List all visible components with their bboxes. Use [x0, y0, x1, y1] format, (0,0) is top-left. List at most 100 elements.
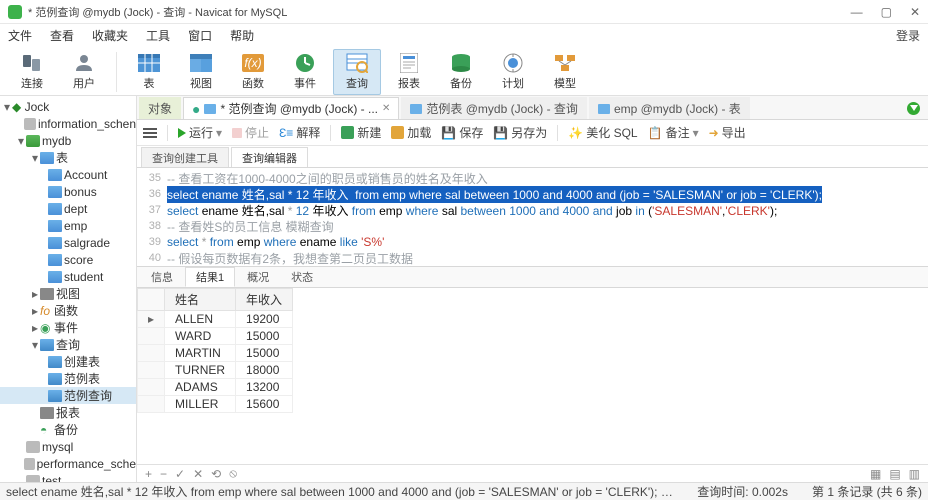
nav-delete[interactable]: − — [160, 467, 167, 481]
rtab-info[interactable]: 信息 — [141, 267, 183, 287]
view-memo-icon[interactable]: ▥ — [909, 467, 920, 481]
tree-table[interactable]: bonus — [0, 183, 136, 200]
save-button[interactable]: 💾保存 — [441, 124, 483, 141]
rtab-status[interactable]: 状态 — [281, 267, 323, 287]
saveas-button[interactable]: 💾另存为 — [493, 124, 547, 141]
tree-group-tables[interactable]: ▾表 — [0, 149, 136, 166]
tree-db-mydb[interactable]: ▾mydb — [0, 132, 136, 149]
table-row: TURNER18000 — [138, 362, 293, 379]
stop-icon — [232, 128, 242, 138]
nav-cancel[interactable]: ✕ — [193, 467, 203, 481]
run-button[interactable]: 运行▾ — [178, 124, 222, 141]
tree-group-events[interactable]: ▸◉事件 — [0, 319, 136, 336]
menu-view[interactable]: 查看 — [50, 27, 74, 44]
table-row: WARD15000 — [138, 328, 293, 345]
menu-help[interactable]: 帮助 — [230, 27, 254, 44]
tree-db[interactable]: test — [0, 472, 136, 482]
tree-db[interactable]: performance_sche — [0, 455, 136, 472]
tab-dropdown[interactable] — [899, 97, 928, 119]
close-button[interactable]: ✕ — [910, 5, 920, 19]
tool-backup[interactable]: 备份 — [437, 49, 485, 95]
menu-icon[interactable] — [143, 128, 157, 138]
rtab-result1[interactable]: 结果1 — [185, 267, 235, 287]
document-tabs: 对象 ●* 范例查询 @mydb (Jock) - ...✕ 范例表 @mydb… — [137, 96, 928, 120]
result-grid[interactable]: 姓名年收入 ▸ALLEN19200 WARD15000 MARTIN15000 … — [137, 288, 928, 464]
subtab-editor[interactable]: 查询编辑器 — [231, 147, 308, 167]
export-button[interactable]: ➜导出 — [709, 124, 746, 141]
tool-user[interactable]: 用户 — [60, 49, 108, 95]
sql-editor[interactable]: 35-- 查看工资在1000-4000之间的职员或销售员的姓名及年收入 36se… — [137, 168, 928, 266]
nav-stop[interactable]: ⦸ — [229, 466, 237, 481]
tool-table[interactable]: 表 — [125, 49, 173, 95]
save-icon: 💾 — [441, 126, 456, 140]
menu-file[interactable]: 文件 — [8, 27, 32, 44]
window-controls: — ▢ ✕ — [851, 5, 920, 19]
view-grid-icon[interactable]: ▦ — [870, 467, 881, 481]
tree-table[interactable]: dept — [0, 200, 136, 217]
tree-group-queries[interactable]: ▾查询 — [0, 336, 136, 353]
tool-function[interactable]: f(x)函数 — [229, 49, 277, 95]
menu-window[interactable]: 窗口 — [188, 27, 212, 44]
nav-add[interactable]: + — [145, 467, 152, 481]
subtab-builder[interactable]: 查询创建工具 — [141, 147, 229, 167]
tool-event[interactable]: 事件 — [281, 49, 329, 95]
tool-view[interactable]: 视图 — [177, 49, 225, 95]
export-icon: ➜ — [709, 126, 719, 140]
tree-group-backups[interactable]: ◓备份 — [0, 421, 136, 438]
tree-group-reports[interactable]: 报表 — [0, 404, 136, 421]
note-button[interactable]: 📋备注▾ — [648, 124, 699, 141]
tree-table[interactable]: student — [0, 268, 136, 285]
menubar: 文件 查看 收藏夹 工具 窗口 帮助 登录 — [0, 24, 928, 46]
minimize-button[interactable]: — — [851, 5, 863, 19]
tab-objects[interactable]: 对象 — [139, 97, 181, 119]
tool-model[interactable]: 模型 — [541, 49, 589, 95]
tree-group-views[interactable]: ▸视图 — [0, 285, 136, 302]
tree-table[interactable]: score — [0, 251, 136, 268]
tool-connect[interactable]: 连接 — [8, 49, 56, 95]
menu-tools[interactable]: 工具 — [146, 27, 170, 44]
tool-report[interactable]: 报表 — [385, 49, 433, 95]
note-icon: 📋 — [648, 126, 663, 140]
window-title: * 范例查询 @mydb (Jock) - 查询 - Navicat for M… — [28, 4, 851, 20]
table-row: MILLER15600 — [138, 396, 293, 413]
svg-text:f(x): f(x) — [244, 56, 261, 70]
load-button[interactable]: 加载 — [391, 124, 431, 141]
saveas-icon: 💾 — [493, 126, 508, 140]
tree-query[interactable]: 创建表 — [0, 353, 136, 370]
tree-table[interactable]: salgrade — [0, 234, 136, 251]
stop-button[interactable]: 停止 — [232, 124, 269, 141]
query-subtabs: 查询创建工具 查询编辑器 — [137, 146, 928, 168]
rtab-profile[interactable]: 概况 — [237, 267, 279, 287]
nav-commit[interactable]: ✓ — [175, 467, 185, 481]
view-form-icon[interactable]: ▤ — [889, 467, 900, 481]
statusbar: select ename 姓名,sal * 12 年收入 from emp wh… — [0, 482, 928, 500]
tab-query2[interactable]: 范例表 @mydb (Jock) - 查询 — [401, 97, 587, 119]
tab-dropdown-icon — [907, 102, 920, 115]
tree-group-functions[interactable]: ▸fo函数 — [0, 302, 136, 319]
status-time: 查询时间: 0.002s — [697, 483, 788, 500]
new-button[interactable]: 新建 — [341, 124, 381, 141]
tree-db[interactable]: information_schen — [0, 115, 136, 132]
col-header[interactable]: 年收入 — [236, 289, 293, 311]
beautify-button[interactable]: ✨美化 SQL — [568, 124, 637, 141]
tab-query1[interactable]: ●* 范例查询 @mydb (Jock) - ...✕ — [183, 97, 399, 119]
tree-connection[interactable]: ▾◆ Jock — [0, 98, 136, 115]
tree-table[interactable]: emp — [0, 217, 136, 234]
tree-query-selected[interactable]: 范例查询 — [0, 387, 136, 404]
content-area: 对象 ●* 范例查询 @mydb (Jock) - ...✕ 范例表 @mydb… — [137, 96, 928, 482]
titlebar: * 范例查询 @mydb (Jock) - 查询 - Navicat for M… — [0, 0, 928, 24]
menu-fav[interactable]: 收藏夹 — [92, 27, 128, 44]
tree-table[interactable]: Account — [0, 166, 136, 183]
tree-db[interactable]: mysql — [0, 438, 136, 455]
explain-button[interactable]: Ɛ≡解释 — [279, 124, 320, 141]
col-header[interactable]: 姓名 — [165, 289, 236, 311]
maximize-button[interactable]: ▢ — [881, 5, 892, 19]
tool-schedule[interactable]: 计划 — [489, 49, 537, 95]
nav-refresh[interactable]: ⟲ — [211, 467, 221, 481]
table-row: MARTIN15000 — [138, 345, 293, 362]
tree-query[interactable]: 范例表 — [0, 370, 136, 387]
tool-query[interactable]: 查询 — [333, 49, 381, 95]
grid-nav-toolbar: + − ✓ ✕ ⟲ ⦸ ▦ ▤ ▥ — [137, 464, 928, 482]
login-link[interactable]: 登录 — [896, 27, 920, 44]
tab-table[interactable]: emp @mydb (Jock) - 表 — [589, 97, 750, 119]
